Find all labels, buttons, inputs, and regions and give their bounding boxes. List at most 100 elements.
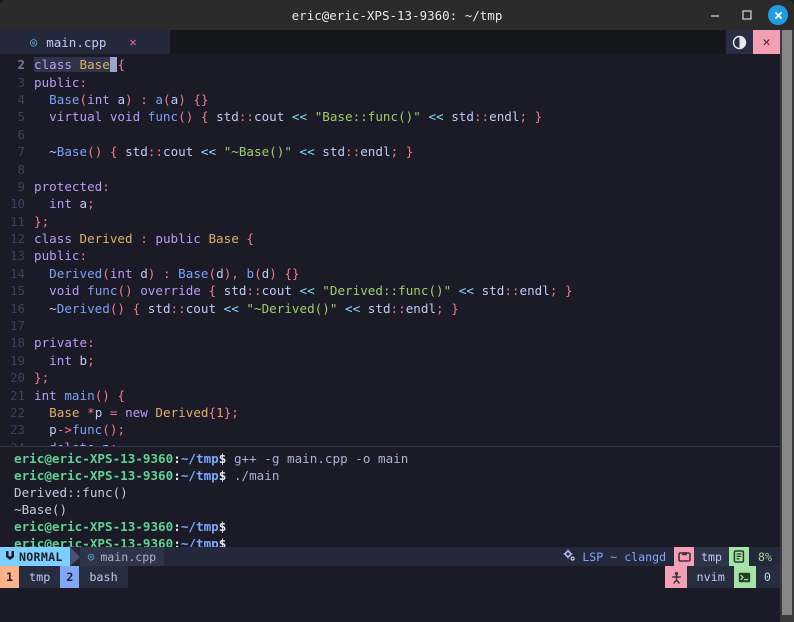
cpp-file-icon: ◎ bbox=[30, 35, 38, 49]
line-content: int main() { bbox=[34, 387, 126, 403]
status-cwd: tmp bbox=[674, 547, 750, 566]
code-line: 21 int main() { bbox=[0, 386, 794, 403]
status-cwd-label: tmp bbox=[701, 549, 723, 564]
tmux-pane-count: 0 bbox=[755, 566, 780, 588]
line-content bbox=[34, 162, 794, 177]
code-line: 19 int b; bbox=[0, 352, 794, 369]
code-line: 7 ~Base() { std::cout << "~Base()" << st… bbox=[0, 143, 794, 160]
line-number: 18 bbox=[10, 335, 25, 351]
code-line: 15 void func() override { std::cout << "… bbox=[0, 282, 794, 299]
terminal-output: ~Base() bbox=[14, 502, 68, 517]
code-line: 6 bbox=[0, 126, 794, 143]
window-controls bbox=[704, 0, 788, 30]
cpp-file-icon: ◎ bbox=[87, 550, 95, 563]
code-line: 23 p->func(); bbox=[0, 421, 794, 438]
prompt-user: eric@eric-XPS-13-9360 bbox=[14, 536, 174, 547]
window-scrollbar[interactable] bbox=[780, 30, 794, 622]
code-line: 22 Base *p = new Derived{1}; bbox=[0, 404, 794, 421]
line-content: Base *p = new Derived{1}; bbox=[49, 405, 239, 420]
code-line: 18 private: bbox=[0, 334, 794, 351]
tmux-window-name: bash bbox=[79, 566, 128, 588]
prompt-path: ~/tmp bbox=[180, 536, 219, 547]
line-number: 14 bbox=[10, 265, 25, 281]
prompt-user: eric@eric-XPS-13-9360 bbox=[14, 468, 174, 483]
statusline-right: LSP ~ clangd tmp 8% bbox=[555, 547, 780, 566]
line-number: 10 bbox=[10, 196, 25, 212]
prompt-path: ~/tmp bbox=[180, 519, 219, 534]
status-mode-separator bbox=[69, 547, 80, 566]
status-mode-label: NORMAL bbox=[19, 549, 63, 564]
statusline-filler bbox=[164, 547, 556, 566]
prompt-user: eric@eric-XPS-13-9360 bbox=[14, 451, 174, 466]
code-line: 10 int a; bbox=[0, 195, 794, 212]
line-content bbox=[34, 318, 794, 333]
status-scroll-percent: 8% bbox=[749, 547, 780, 566]
code-line: 8 bbox=[0, 160, 794, 177]
code-line: 11 }; bbox=[0, 213, 794, 230]
line-number: 2 bbox=[17, 57, 25, 73]
line-number: 8 bbox=[17, 161, 25, 177]
tmux-filler bbox=[128, 566, 666, 588]
tab-main-cpp[interactable]: ◎ main.cpp ✕ bbox=[0, 30, 170, 54]
folder-icon bbox=[674, 547, 695, 566]
line-number: 3 bbox=[17, 74, 25, 90]
line-content: }; bbox=[34, 370, 50, 386]
line-number: 4 bbox=[17, 91, 25, 107]
line-number: 17 bbox=[10, 318, 25, 334]
prompt-path: ~/tmp bbox=[180, 468, 219, 483]
code-line: 20 }; bbox=[0, 369, 794, 386]
tmux-window-1[interactable]: 1 tmp bbox=[0, 566, 61, 588]
line-content: protected: bbox=[34, 178, 110, 194]
line-number: 16 bbox=[10, 300, 25, 316]
tabline-filler bbox=[170, 30, 726, 54]
code-line: 13 public: bbox=[0, 247, 794, 264]
window-title: eric@eric-XPS-13-9360: ~/tmp bbox=[291, 7, 503, 23]
code-line: 5 virtual void func() { std::cout << "Ba… bbox=[0, 108, 794, 125]
code-line: 24 delete p; bbox=[0, 439, 794, 446]
gear-icon bbox=[563, 549, 576, 565]
line-number: 19 bbox=[10, 352, 25, 368]
line-number: 5 bbox=[17, 109, 25, 125]
line-content: class Base { bbox=[34, 57, 126, 73]
line-content: Derived(int d) : Base(d), b(d) {} bbox=[49, 265, 300, 281]
line-content: public: bbox=[34, 74, 88, 90]
terminal-window: eric@eric-XPS-13-9360: ~/tmp ◎ main.cpp … bbox=[0, 0, 794, 622]
line-content: delete p; bbox=[34, 440, 794, 446]
line-content: p->func(); bbox=[49, 422, 126, 438]
code-line: 17 bbox=[0, 317, 794, 334]
code-line: 4 Base(int a) : a(a) {} bbox=[0, 91, 794, 108]
tmux-session-label: nvim bbox=[687, 566, 734, 588]
line-content: virtual void func() { std::cout << "Base… bbox=[49, 109, 543, 125]
line-number: 20 bbox=[10, 370, 25, 386]
line-content: int b; bbox=[49, 352, 95, 368]
status-lsp[interactable]: LSP ~ clangd bbox=[555, 547, 675, 566]
scrollbar-thumb[interactable] bbox=[782, 30, 792, 615]
line-number: 15 bbox=[10, 283, 25, 299]
tmux-window-2[interactable]: 2 bash bbox=[60, 566, 128, 588]
tab-close-icon[interactable]: ✕ bbox=[129, 35, 136, 49]
line-number: 7 bbox=[17, 144, 25, 160]
contrast-toggle-icon[interactable] bbox=[726, 30, 753, 54]
code-line: 14 Derived(int d) : Base(d), b(d) {} bbox=[0, 265, 794, 282]
tmux-window-index: 1 bbox=[0, 566, 19, 588]
code-line: 3 public: bbox=[0, 73, 794, 90]
status-mode-badge: NORMAL bbox=[0, 547, 70, 566]
tabline-close-icon[interactable]: ✕ bbox=[753, 30, 780, 54]
status-filename-label: main.cpp bbox=[100, 549, 157, 564]
tmux-status-bar: 1 tmp 2 bash nvim 0 bbox=[0, 566, 794, 588]
line-content bbox=[34, 127, 794, 142]
maximize-button[interactable] bbox=[736, 4, 758, 26]
minimize-button[interactable] bbox=[704, 4, 726, 26]
terminal-output: Derived::func() bbox=[14, 485, 128, 500]
terminal-pane[interactable]: eric@eric-XPS-13-9360:~/tmp$ g++ -g main… bbox=[0, 447, 794, 547]
status-filename: ◎ main.cpp bbox=[79, 547, 165, 566]
line-content: ~Derived() { std::cout << "~Derived()" <… bbox=[49, 300, 459, 316]
code-editor[interactable]: 2 class Base { 3 public: 4 Base(int a) :… bbox=[0, 54, 794, 446]
close-window-button[interactable] bbox=[768, 5, 788, 25]
window-titlebar: eric@eric-XPS-13-9360: ~/tmp bbox=[0, 0, 794, 30]
prompt-path: ~/tmp bbox=[180, 451, 219, 466]
terminal-command: g++ -g main.cpp -o main bbox=[233, 451, 409, 466]
terminal-line: eric@eric-XPS-13-9360:~/tmp$ bbox=[14, 519, 227, 534]
tmux-window-index: 2 bbox=[60, 566, 80, 588]
terminal-line: eric@eric-XPS-13-9360:~/tmp$ g++ -g main… bbox=[14, 451, 409, 466]
